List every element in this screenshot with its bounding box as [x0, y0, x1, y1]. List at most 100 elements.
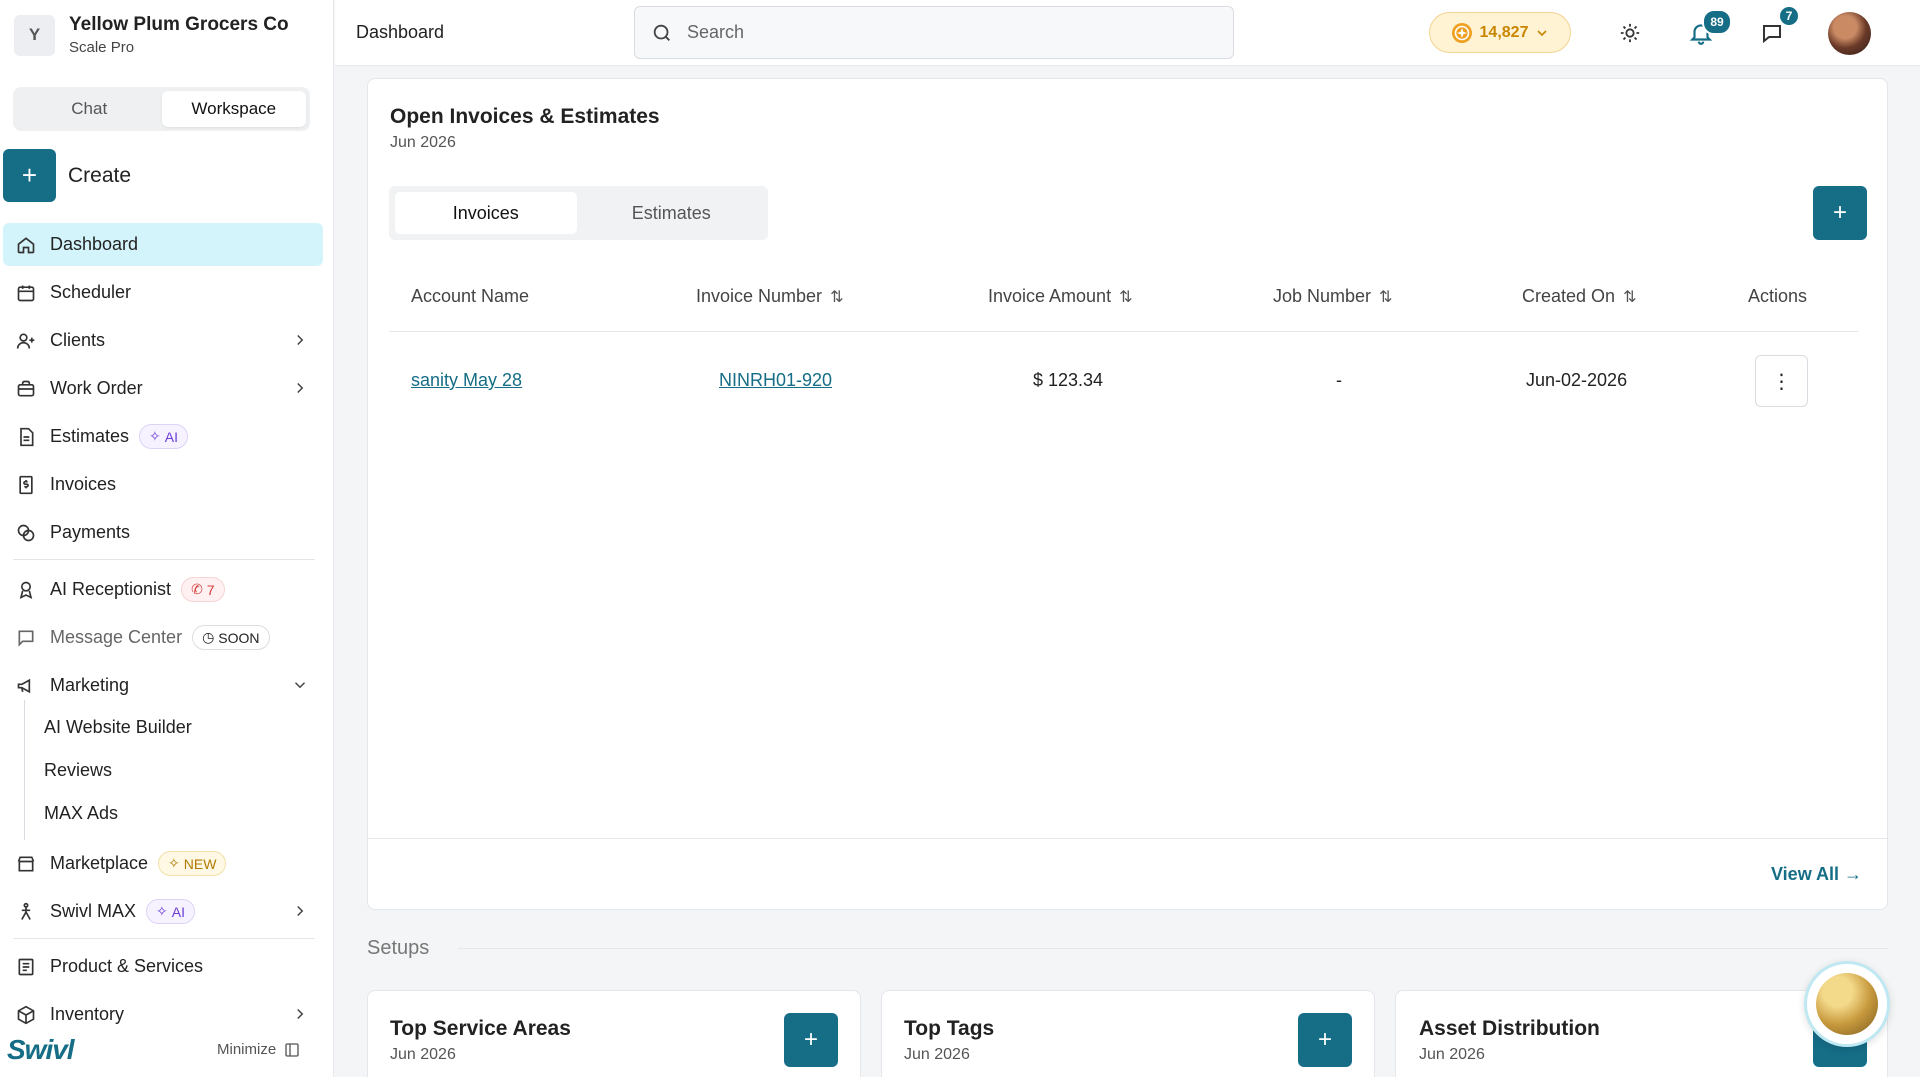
- create-button[interactable]: +: [3, 149, 56, 202]
- sidebar-item-scheduler[interactable]: Scheduler: [3, 271, 323, 314]
- chevron-down-icon: [1537, 29, 1548, 36]
- sidebar-item-label: Marketplace: [50, 853, 149, 873]
- topbar: Dashboard 14,827 89 7: [335, 0, 1920, 66]
- sidebar-item-label: Work Order: [50, 378, 143, 398]
- sun-icon: [1620, 23, 1640, 43]
- column-header-created-on[interactable]: Created On ⇅: [1522, 286, 1636, 307]
- add-invoice-button[interactable]: +: [1813, 186, 1867, 240]
- chevron-right-icon: [297, 382, 304, 394]
- sort-icon[interactable]: ⇅: [1379, 287, 1392, 307]
- chevron-right-icon: [297, 905, 304, 917]
- sort-icon[interactable]: ⇅: [1623, 287, 1636, 307]
- cell-created-on: Jun-02-2026: [1526, 370, 1628, 390]
- sidebar-item-marketing[interactable]: Marketing: [3, 664, 323, 707]
- sidebar-item-marketplace[interactable]: Marketplace ✧ NEW: [3, 842, 323, 885]
- user-plus-icon: [15, 330, 37, 352]
- soon-badge-label: SOON: [218, 629, 260, 646]
- sidebar-item-ai-receptionist[interactable]: AI Receptionist ✆ 7: [3, 568, 323, 611]
- sidebar-item-work-order[interactable]: Work Order: [3, 367, 323, 410]
- create-row[interactable]: + Create: [3, 149, 131, 202]
- sparkle-icon: ✧: [168, 855, 180, 871]
- sidebar-item-invoices[interactable]: Invoices: [3, 463, 323, 506]
- card-title: Asset Distribution: [1419, 1017, 1600, 1040]
- phone-icon: ✆: [191, 581, 203, 597]
- search-icon: [653, 24, 670, 41]
- create-label: Create: [68, 163, 132, 187]
- sidebar-item-product-services[interactable]: Product & Services: [3, 945, 323, 988]
- card-title: Open Invoices & Estimates: [390, 105, 660, 128]
- cell-invoice-amount: $ 123.34: [1033, 370, 1104, 390]
- call-count-badge: ✆ 7: [181, 577, 225, 602]
- sidebar-item-estimates[interactable]: Estimates ✧ AI: [3, 415, 323, 458]
- sidebar-item-label: Inventory: [50, 1004, 125, 1024]
- user-avatar[interactable]: [1828, 12, 1871, 55]
- sidebar-item-dashboard[interactable]: Dashboard: [3, 223, 323, 266]
- mode-chat-button[interactable]: Chat: [17, 91, 162, 127]
- column-header-job-number[interactable]: Job Number ⇅: [1273, 286, 1392, 307]
- ai-badge: ✧ AI: [139, 424, 188, 449]
- column-label: Invoice Number: [696, 286, 823, 306]
- column-label: Invoice Amount: [988, 286, 1112, 306]
- sidebar: Y Yellow Plum Grocers Co Scale Pro Chat …: [0, 0, 334, 1077]
- account-link[interactable]: sanity May 28: [411, 370, 522, 390]
- column-header-invoice-number[interactable]: Invoice Number ⇅: [696, 286, 843, 307]
- minimize-button[interactable]: Minimize: [217, 1041, 300, 1058]
- invoice-tabs: Invoices Estimates: [389, 186, 768, 240]
- sidebar-subitem-ai-website-builder[interactable]: AI Website Builder: [44, 717, 192, 738]
- mode-workspace-button[interactable]: Workspace: [161, 91, 306, 127]
- view-all-link[interactable]: View All →: [1771, 864, 1862, 885]
- chat-icon: [1763, 25, 1781, 44]
- clock-icon: ◷: [202, 629, 215, 645]
- plus-icon: +: [21, 160, 38, 190]
- tab-invoices[interactable]: Invoices: [395, 192, 577, 234]
- sidebar-item-label: Payments: [50, 522, 131, 542]
- sidebar-item-label: Marketing: [50, 675, 130, 695]
- org-name: Yellow Plum Grocers Co: [69, 14, 289, 35]
- sidebar-item-swivl-max[interactable]: Swivl MAX ✧ AI: [3, 890, 323, 933]
- card-footer-divider: [368, 838, 1888, 839]
- call-count: 7: [206, 581, 215, 598]
- sidebar-subitem-reviews[interactable]: Reviews: [44, 760, 112, 781]
- section-divider: [458, 948, 1888, 949]
- ai-badge-label: AI: [164, 428, 178, 445]
- invoice-number-link[interactable]: NINRH01-920: [719, 370, 832, 390]
- briefcase-icon: [15, 378, 37, 400]
- sidebar-item-label: Dashboard: [50, 234, 139, 254]
- assistant-launcher-button[interactable]: [1804, 961, 1890, 1047]
- divider: [13, 559, 315, 560]
- sidebar-item-label: Clients: [50, 330, 106, 350]
- search-box[interactable]: [634, 6, 1234, 59]
- megaphone-icon: [15, 675, 37, 697]
- sidebar-item-label: Scheduler: [50, 282, 132, 302]
- sidebar-item-label: Swivl MAX: [50, 901, 137, 921]
- sidebar-item-inventory[interactable]: Inventory: [3, 993, 323, 1036]
- sort-icon[interactable]: ⇅: [1119, 287, 1132, 307]
- card-title: Top Tags: [904, 1017, 995, 1040]
- tab-estimates[interactable]: Estimates: [581, 192, 763, 234]
- coins-icon: [15, 522, 37, 544]
- sort-icon[interactable]: ⇅: [830, 287, 843, 307]
- brand-logo[interactable]: Swivl: [7, 1034, 75, 1066]
- coin-icon: [1451, 22, 1472, 43]
- row-actions-button[interactable]: ⋮: [1755, 355, 1808, 407]
- column-header-account-name: Account Name: [411, 286, 529, 307]
- sidebar-item-clients[interactable]: Clients: [3, 319, 323, 362]
- org-switcher[interactable]: Y Yellow Plum Grocers Co Scale Pro: [14, 14, 289, 56]
- sidebar-subitem-max-ads[interactable]: MAX Ads: [44, 803, 118, 824]
- add-tag-button[interactable]: +: [1298, 1013, 1352, 1067]
- sidebar-item-payments[interactable]: Payments: [3, 511, 323, 554]
- sidebar-item-message-center[interactable]: Message Center ◷ SOON: [3, 616, 323, 659]
- messages-count: 7: [1778, 5, 1800, 27]
- figure-icon: [15, 901, 37, 923]
- new-badge: ✧ NEW: [158, 851, 227, 876]
- search-input[interactable]: [687, 22, 1207, 43]
- coin-balance-button[interactable]: 14,827: [1429, 12, 1571, 53]
- sidebar-toggle-icon: [285, 1042, 299, 1057]
- column-header-invoice-amount[interactable]: Invoice Amount ⇅: [988, 286, 1132, 307]
- theme-toggle-button[interactable]: [1615, 18, 1645, 48]
- box-icon: [15, 1004, 37, 1026]
- cell-job-number: -: [1336, 370, 1342, 390]
- document-icon: [15, 426, 37, 448]
- add-service-area-button[interactable]: +: [784, 1013, 838, 1067]
- soon-badge: ◷ SOON: [192, 625, 270, 650]
